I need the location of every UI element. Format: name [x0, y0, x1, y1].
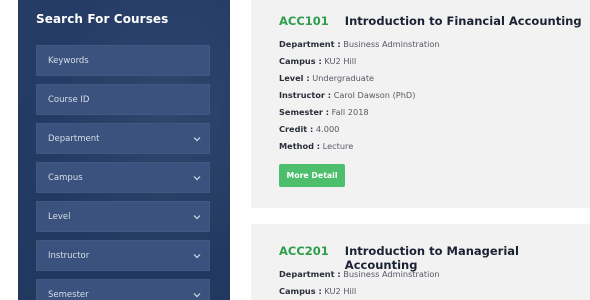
- course-detail-row: Department : Business Adminstration: [279, 39, 440, 49]
- course-title[interactable]: Introduction to Financial Accounting: [345, 14, 582, 28]
- course-card: ACC101 Introduction to Financial Account…: [251, 0, 590, 208]
- course-detail-row: Semester : Fall 2018: [279, 107, 369, 117]
- detail-value: Lecture: [322, 141, 354, 151]
- level-label: Level: [48, 211, 71, 222]
- course-title[interactable]: Introduction to Managerial Accounting: [345, 244, 590, 272]
- department-label: Department: [48, 133, 100, 144]
- department-select[interactable]: Department: [36, 123, 210, 154]
- course-card: ACC201 Introduction to Managerial Accoun…: [251, 224, 590, 300]
- detail-value: 4.000: [315, 124, 340, 134]
- detail-key: Department :: [279, 269, 341, 279]
- course-id-placeholder: Course ID: [48, 94, 90, 105]
- chevron-down-icon: [193, 213, 201, 221]
- detail-key: Method :: [279, 141, 321, 151]
- detail-value: Fall 2018: [331, 107, 369, 117]
- course-detail-row: Department : Business Adminstration: [279, 269, 440, 279]
- course-heading: ACC101 Introduction to Financial Account…: [279, 14, 582, 28]
- course-detail-row: Method : Lecture: [279, 141, 353, 151]
- detail-value: KU2 Hill: [324, 286, 357, 296]
- course-detail-row: Credit : 4.000: [279, 124, 339, 134]
- course-code[interactable]: ACC101: [279, 14, 329, 28]
- course-detail-row: Campus : KU2 Hill: [279, 56, 356, 66]
- chevron-down-icon: [193, 252, 201, 260]
- detail-key: Credit :: [279, 124, 314, 134]
- detail-value: Carol Dawson (PhD): [333, 90, 416, 100]
- search-sidebar: Search For Courses Keywords Course ID De…: [18, 0, 230, 300]
- course-detail-row: Instructor : Carol Dawson (PhD): [279, 90, 415, 100]
- chevron-down-icon: [193, 135, 201, 143]
- chevron-down-icon: [193, 174, 201, 182]
- detail-key: Department :: [279, 39, 341, 49]
- course-heading: ACC201 Introduction to Managerial Accoun…: [279, 244, 590, 272]
- chevron-down-icon: [193, 291, 201, 299]
- instructor-label: Instructor: [48, 250, 90, 261]
- campus-select[interactable]: Campus: [36, 162, 210, 193]
- campus-label: Campus: [48, 172, 83, 183]
- course-detail-row: Campus : KU2 Hill: [279, 286, 356, 296]
- sidebar-title: Search For Courses: [36, 12, 169, 26]
- detail-value: Undergraduate: [312, 73, 375, 83]
- course-id-input[interactable]: Course ID: [36, 84, 210, 115]
- keywords-input[interactable]: Keywords: [36, 45, 210, 76]
- keywords-placeholder: Keywords: [48, 55, 89, 66]
- semester-label: Semester: [48, 289, 89, 300]
- course-code[interactable]: ACC201: [279, 244, 329, 258]
- semester-select[interactable]: Semester: [36, 279, 210, 300]
- detail-value: Business Adminstration: [343, 269, 440, 279]
- detail-key: Campus :: [279, 286, 322, 296]
- detail-key: Level :: [279, 73, 310, 83]
- detail-key: Semester :: [279, 107, 330, 117]
- detail-value: Business Adminstration: [343, 39, 440, 49]
- course-detail-row: Level : Undergraduate: [279, 73, 374, 83]
- detail-value: KU2 Hill: [324, 56, 357, 66]
- level-select[interactable]: Level: [36, 201, 210, 232]
- instructor-select[interactable]: Instructor: [36, 240, 210, 271]
- detail-key: Instructor :: [279, 90, 332, 100]
- detail-key: Campus :: [279, 56, 322, 66]
- more-detail-button[interactable]: More Detail: [279, 164, 345, 187]
